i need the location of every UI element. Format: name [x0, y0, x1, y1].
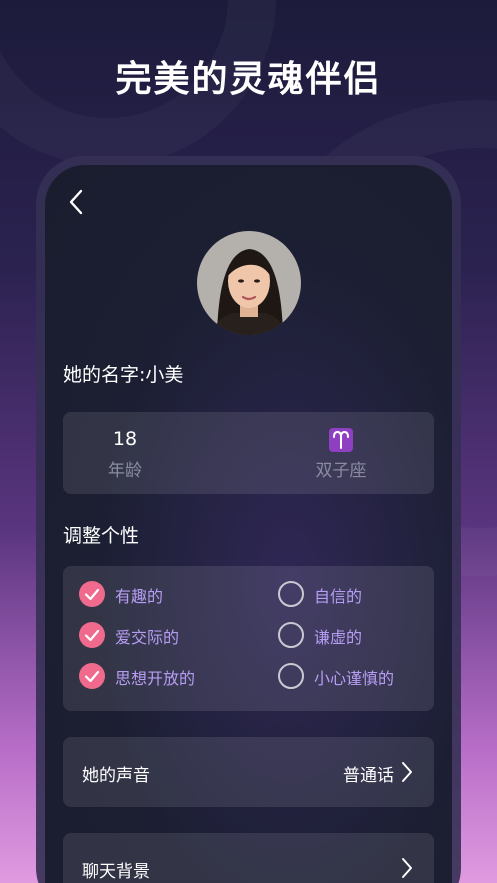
info-card: 18 年龄 双子座	[63, 412, 434, 494]
promo-page: 完美的灵魂伴侣 她的名字:小美 18 年龄 双子座 调整个性 有趣的 自信的 爱…	[0, 0, 497, 883]
chat-background-label: 聊天背景	[82, 862, 150, 882]
voice-label: 她的声音	[82, 766, 150, 786]
unchecked-circle-icon	[278, 581, 304, 607]
headline: 完美的灵魂伴侣	[115, 59, 382, 100]
chevron-right-icon	[402, 858, 412, 878]
zodiac-column[interactable]: 双子座	[271, 426, 411, 481]
personality-card: 有趣的 自信的 爱交际的 谦虚的 思想开放的 小心谨慎的	[63, 566, 434, 711]
trait-label: 小心谨慎的	[314, 669, 395, 688]
chevron-left-icon	[69, 189, 83, 215]
personality-title: 调整个性	[63, 525, 140, 547]
portrait-image	[197, 231, 301, 335]
age-label: 年龄	[108, 461, 142, 481]
trait-label: 自信的	[314, 587, 363, 606]
unchecked-circle-icon	[278, 622, 304, 648]
checked-circle-icon	[79, 622, 105, 648]
avatar[interactable]	[197, 231, 301, 335]
aries-icon	[329, 427, 353, 452]
trait-label: 有趣的	[115, 587, 164, 606]
checked-circle-icon	[79, 663, 105, 689]
chat-background-row[interactable]: 聊天背景	[63, 833, 434, 883]
trait-label: 思想开放的	[115, 669, 196, 688]
age-value: 18	[112, 428, 138, 450]
checked-circle-icon	[79, 581, 105, 607]
chevron-right-icon	[402, 762, 412, 782]
trait-label: 爱交际的	[115, 628, 180, 647]
zodiac-icon-wrap	[271, 426, 411, 452]
phone-screen: 她的名字:小美 18 年龄 双子座 调整个性 有趣的 自信的 爱交际的 谦虚的 …	[45, 165, 452, 883]
age-column: 18 年龄	[55, 426, 195, 481]
back-button[interactable]	[65, 187, 89, 217]
zodiac-label: 双子座	[315, 461, 367, 481]
trait-label: 谦虚的	[314, 628, 363, 647]
unchecked-circle-icon	[278, 663, 304, 689]
voice-setting-row[interactable]: 她的声音 普通话	[63, 737, 434, 807]
voice-value: 普通话	[343, 766, 394, 786]
profile-name: 她的名字:小美	[63, 364, 184, 386]
